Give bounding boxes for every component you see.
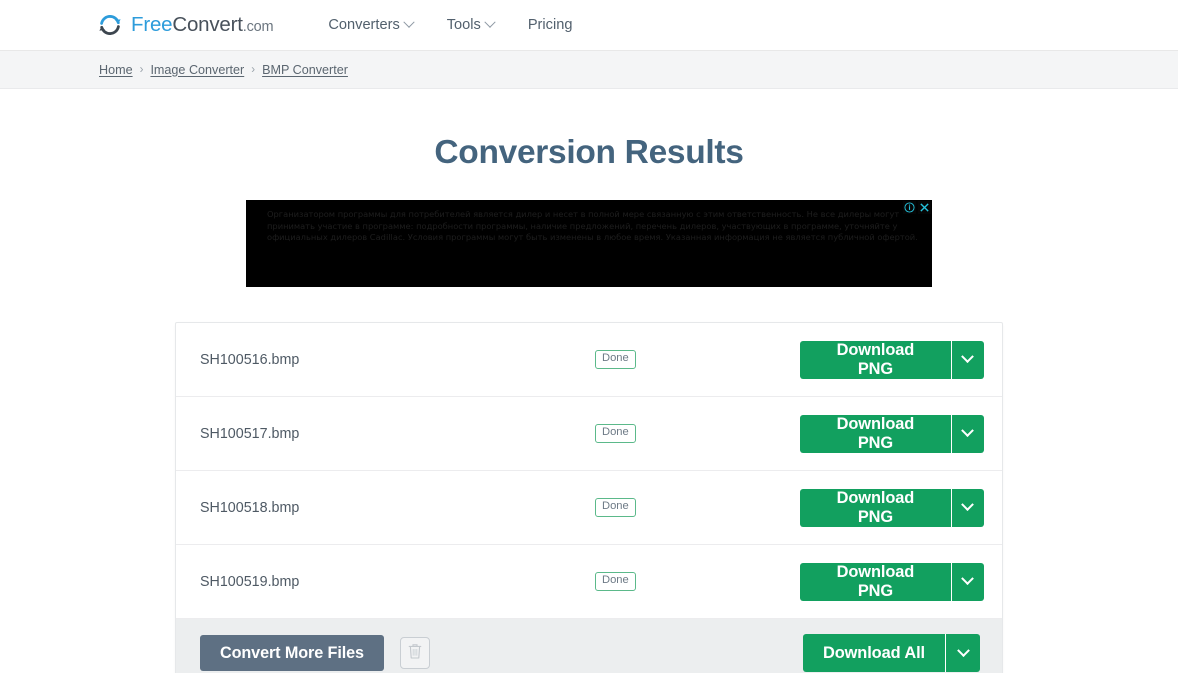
download-control: Download PNG <box>800 340 984 379</box>
main-navigation: Converters Tools Pricing <box>328 16 573 33</box>
chevron-down-icon <box>403 16 415 28</box>
trash-icon <box>407 642 423 665</box>
site-logo[interactable]: FreeConvert.com <box>98 13 274 37</box>
chevron-down-icon <box>961 350 975 364</box>
nav-item-converters[interactable]: Converters <box>328 16 415 33</box>
logo-text-convert: Convert <box>172 13 243 36</box>
status-badge: Done <box>595 424 636 443</box>
card-footer: Convert More Files Download All <box>176 619 1002 673</box>
status-cell: Done <box>595 572 800 591</box>
ad-controls <box>902 200 932 215</box>
file-name: SH100516.bmp <box>200 351 300 368</box>
nav-item-tools[interactable]: Tools <box>446 16 496 33</box>
table-row: SH100516.bmp Done Download PNG <box>176 323 1002 397</box>
download-button[interactable]: Download PNG <box>800 488 951 527</box>
breadcrumb: Home › Image Converter › BMP Converter <box>99 63 348 77</box>
download-button[interactable]: Download PNG <box>800 414 951 453</box>
breadcrumb-separator: › <box>251 63 256 76</box>
download-all-dropdown-button[interactable] <box>945 634 980 672</box>
download-button[interactable]: Download PNG <box>800 340 951 379</box>
status-badge: Done <box>595 572 636 591</box>
breadcrumb-item-home[interactable]: Home <box>99 63 133 77</box>
ad-disclaimer-text: Организатором программы для потребителей… <box>267 209 918 243</box>
table-row: SH100518.bmp Done Download PNG <box>176 471 1002 545</box>
advertisement[interactable]: Организатором программы для потребителей… <box>246 200 932 287</box>
status-badge: Done <box>595 498 636 517</box>
table-row: SH100517.bmp Done Download PNG <box>176 397 1002 471</box>
breadcrumb-item-image-converter[interactable]: Image Converter <box>150 63 244 77</box>
table-row: SH100519.bmp Done Download PNG <box>176 545 1002 619</box>
download-control: Download PNG <box>800 562 984 601</box>
logo-text-free: Free <box>131 13 173 36</box>
download-dropdown-button[interactable] <box>950 340 984 379</box>
chevron-down-icon <box>961 572 975 586</box>
refresh-cycle-icon <box>98 13 122 37</box>
download-dropdown-button[interactable] <box>950 488 984 527</box>
chevron-down-icon <box>961 498 975 512</box>
download-all-button[interactable]: Download All <box>803 634 945 672</box>
file-name: SH100518.bmp <box>200 499 300 516</box>
logo-text-dotcom: .com <box>242 19 274 35</box>
breadcrumb-bar: Home › Image Converter › BMP Converter <box>0 51 1178 89</box>
status-cell: Done <box>595 424 800 443</box>
breadcrumb-separator: › <box>139 63 144 76</box>
download-control: Download PNG <box>800 414 984 453</box>
download-dropdown-button[interactable] <box>950 414 984 453</box>
breadcrumb-item-bmp-converter[interactable]: BMP Converter <box>262 63 348 77</box>
convert-more-files-button[interactable]: Convert More Files <box>200 635 384 671</box>
nav-item-pricing[interactable]: Pricing <box>528 17 573 33</box>
conversion-results-card: SH100516.bmp Done Download PNG SH100517.… <box>175 322 1003 673</box>
download-control: Download PNG <box>800 488 984 527</box>
adchoices-info-icon[interactable] <box>903 201 916 214</box>
file-name: SH100519.bmp <box>200 573 300 590</box>
file-name: SH100517.bmp <box>200 425 300 442</box>
ad-banner[interactable]: Организатором программы для потребителей… <box>246 200 932 287</box>
download-button[interactable]: Download PNG <box>800 562 951 601</box>
logo-wordmark: FreeConvert.com <box>131 13 274 37</box>
status-cell: Done <box>595 498 800 517</box>
chevron-down-icon <box>961 424 975 438</box>
chevron-down-icon <box>956 643 970 657</box>
status-badge: Done <box>595 350 636 369</box>
chevron-down-icon <box>484 16 496 28</box>
delete-all-button[interactable] <box>399 637 430 669</box>
status-cell: Done <box>595 350 800 369</box>
download-all-control: Download All <box>803 634 980 672</box>
nav-label-converters: Converters <box>328 17 400 33</box>
nav-label-pricing: Pricing <box>527 17 573 33</box>
site-header: FreeConvert.com Converters Tools Pricing <box>0 0 1178 51</box>
close-icon[interactable] <box>918 201 931 214</box>
page-title: Conversion Results <box>434 134 744 171</box>
download-dropdown-button[interactable] <box>950 562 984 601</box>
nav-label-tools: Tools <box>446 17 481 33</box>
